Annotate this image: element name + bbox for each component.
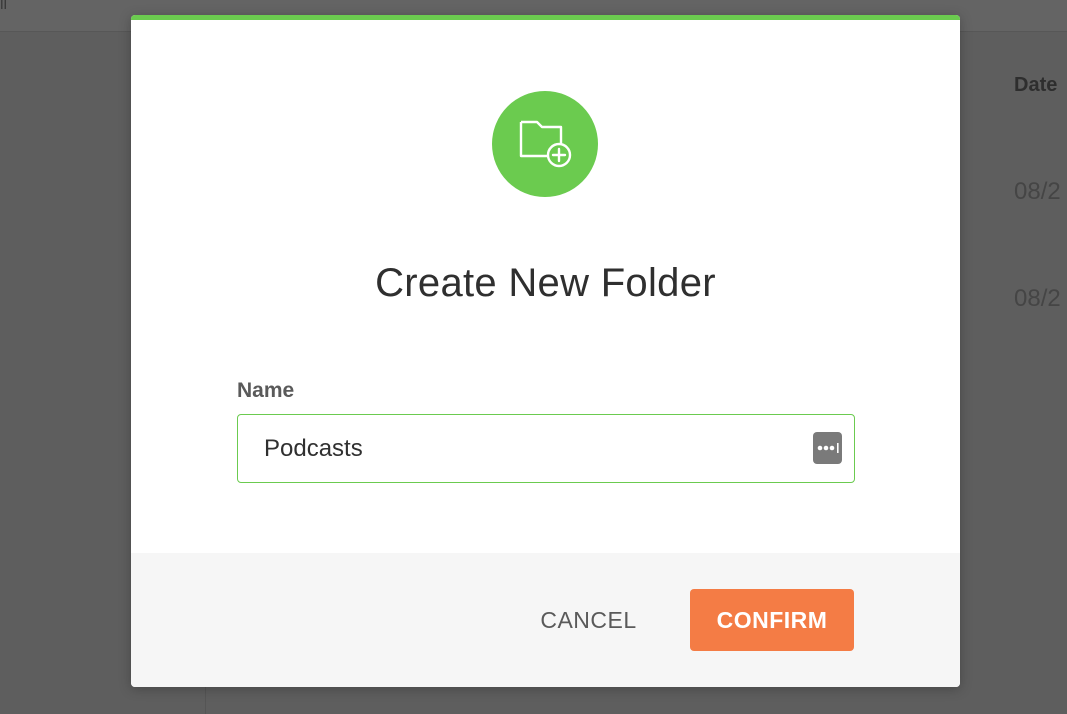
password-manager-icon[interactable] (813, 432, 842, 464)
background-date-cell: 08/2 (1014, 285, 1061, 312)
folder-plus-icon (519, 120, 572, 168)
folder-name-input[interactable] (238, 415, 854, 482)
create-folder-dialog: Create New Folder Name CANCEL CONFIRM (131, 15, 960, 687)
dialog-footer: CANCEL CONFIRM (131, 553, 960, 687)
dots-icon (817, 443, 839, 453)
background-date-column-header: Date (1014, 74, 1058, 96)
cancel-button[interactable]: CANCEL (521, 589, 656, 651)
name-field-label: Name (237, 379, 295, 402)
dialog-accent-bar (131, 15, 960, 20)
dialog-title: Create New Folder (375, 261, 716, 305)
name-field-wrapper (237, 414, 855, 483)
confirm-button[interactable]: CONFIRM (690, 589, 854, 651)
background-date-cell: 08/2 (1014, 178, 1061, 205)
background-topbar-text: ll (0, 0, 8, 13)
folder-icon-badge (492, 91, 598, 197)
